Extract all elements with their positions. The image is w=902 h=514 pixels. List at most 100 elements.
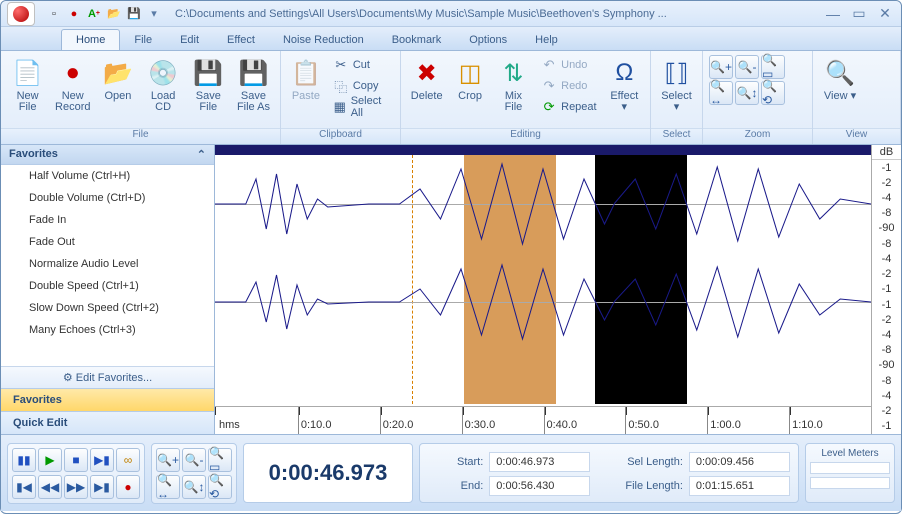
repeat-button[interactable]: ⟳Repeat: [537, 97, 600, 117]
select-all-icon: ▦: [333, 99, 347, 115]
collapse-icon[interactable]: ⌃: [197, 148, 206, 161]
tab-file[interactable]: File: [120, 30, 166, 50]
file-icon: 📄: [12, 57, 44, 89]
tab-effect[interactable]: Effect: [213, 30, 269, 50]
time-tick: 1:00.0: [707, 407, 789, 434]
fav-item[interactable]: Fade In: [1, 209, 214, 231]
copy-icon: ⿻: [333, 78, 349, 94]
title-bar: ▫ ● A+ 📂 💾 ▾ C:\Documents and Settings\A…: [1, 1, 901, 27]
save-file-button[interactable]: 💾Save File: [188, 55, 229, 115]
zoom-in-button[interactable]: 🔍+: [709, 55, 733, 79]
save-as-icon: 💾: [237, 57, 269, 89]
qat-dropdown-icon[interactable]: ▾: [145, 5, 163, 23]
select-all-button[interactable]: ▦Select All: [329, 97, 394, 117]
select-button[interactable]: ⟦⟧Select ▾: [657, 55, 696, 115]
zoom-vin-button[interactable]: 🔍↕: [735, 81, 759, 105]
new-record-button[interactable]: ●New Record: [52, 55, 93, 115]
goto-end-button[interactable]: ▶▮: [90, 475, 114, 499]
pause-button[interactable]: ▮▮: [12, 448, 36, 472]
play-button[interactable]: ▶: [38, 448, 62, 472]
edit-favorites-button[interactable]: ⚙ Edit Favorites...: [1, 366, 214, 388]
fav-item[interactable]: Double Volume (Ctrl+D): [1, 187, 214, 209]
zoom-sel-h-button[interactable]: 🔍▭: [208, 448, 232, 472]
zoom-out-h-button[interactable]: 🔍-: [182, 448, 206, 472]
start-value[interactable]: 0:00:46.973: [489, 452, 590, 472]
stop-button[interactable]: ■: [64, 448, 88, 472]
qat-font-icon[interactable]: A+: [85, 5, 103, 23]
qat-save-icon[interactable]: 💾: [125, 5, 143, 23]
zoom-reset-button[interactable]: 🔍⟲: [761, 81, 785, 105]
paste-icon: 📋: [290, 57, 322, 89]
group-zoom: 🔍+ 🔍- 🔍▭ 🔍↔ 🔍↕ 🔍⟲ Zoom: [703, 51, 813, 144]
select-icon: ⟦⟧: [661, 57, 693, 89]
zoom-full-button[interactable]: 🔍↔: [709, 81, 733, 105]
tab-home[interactable]: Home: [61, 29, 120, 50]
effect-button[interactable]: ΩEffect ▾: [605, 55, 644, 115]
redo-button[interactable]: ↷Redo: [537, 76, 600, 96]
group-view-label: View: [813, 128, 900, 144]
group-view: 🔍View ▾ View: [813, 51, 901, 144]
load-cd-button[interactable]: 💿Load CD: [143, 55, 184, 115]
rewind-button[interactable]: ◀◀: [38, 475, 62, 499]
minimize-button[interactable]: —: [823, 6, 843, 22]
qat-open-icon[interactable]: 📂: [105, 5, 123, 23]
record-button[interactable]: ●: [116, 475, 140, 499]
qat-new-file-icon[interactable]: ▫: [45, 5, 63, 23]
zoom-sel-button[interactable]: 🔍▭: [761, 55, 785, 79]
open-button[interactable]: 📂Open: [97, 55, 138, 104]
main-area: Favorites ⌃ Half Volume (Ctrl+H) Double …: [1, 145, 901, 435]
time-tick: 1:10.0: [789, 407, 871, 434]
zoom-in-h-button[interactable]: 🔍+: [156, 448, 180, 472]
time-ruler[interactable]: hms 0:10.0 0:20.0 0:30.0 0:40.0 0:50.0 1…: [215, 406, 871, 434]
tab-edit[interactable]: Edit: [166, 30, 213, 50]
tab-noise-reduction[interactable]: Noise Reduction: [269, 30, 378, 50]
copy-button[interactable]: ⿻Copy: [329, 76, 394, 96]
time-counter: 0:00:46.973: [243, 443, 413, 503]
maximize-button[interactable]: ▭: [849, 6, 869, 22]
tab-bookmark[interactable]: Bookmark: [378, 30, 456, 50]
repeat-icon: ⟳: [541, 99, 557, 115]
zoom-fit-button[interactable]: 🔍↔: [156, 475, 180, 499]
favorites-list: Half Volume (Ctrl+H) Double Volume (Ctrl…: [1, 165, 214, 366]
cd-icon: 💿: [147, 57, 179, 89]
close-button[interactable]: ✕: [875, 6, 895, 22]
loop-button[interactable]: ∞: [116, 448, 140, 472]
group-editing: ✖Delete ◫Crop ⇅Mix File ↶Undo ↷Redo ⟳Rep…: [401, 51, 651, 144]
tab-options[interactable]: Options: [455, 30, 521, 50]
zoom-out-v-button[interactable]: 🔍⟲: [208, 475, 232, 499]
time-tick: 0:20.0: [380, 407, 462, 434]
panel-tab-favorites[interactable]: Favorites: [1, 388, 214, 411]
fav-item[interactable]: Many Echoes (Ctrl+3): [1, 319, 214, 341]
sel-length-value[interactable]: 0:00:09.456: [689, 452, 790, 472]
crop-icon: ◫: [454, 57, 486, 89]
tab-help[interactable]: Help: [521, 30, 572, 50]
undo-button[interactable]: ↶Undo: [537, 55, 600, 75]
cut-button[interactable]: ✂Cut: [329, 55, 394, 75]
cut-icon: ✂: [333, 57, 349, 73]
end-value[interactable]: 0:00:56.430: [489, 476, 590, 496]
waveform-canvas[interactable]: hms 0:10.0 0:20.0 0:30.0 0:40.0 0:50.0 1…: [215, 145, 871, 434]
file-length-label: File Length:: [596, 480, 682, 492]
save-as-button[interactable]: 💾Save File As: [233, 55, 274, 115]
fav-item[interactable]: Slow Down Speed (Ctrl+2): [1, 297, 214, 319]
overview-ruler[interactable]: [215, 145, 871, 155]
fav-item[interactable]: Half Volume (Ctrl+H): [1, 165, 214, 187]
mix-file-button[interactable]: ⇅Mix File: [494, 55, 533, 115]
goto-start-button[interactable]: ▮◀: [12, 475, 36, 499]
panel-tab-quickedit[interactable]: Quick Edit: [1, 411, 214, 434]
new-file-button[interactable]: 📄New File: [7, 55, 48, 115]
play-to-end-button[interactable]: ▶▮: [90, 448, 114, 472]
app-menu-button[interactable]: [7, 2, 35, 26]
crop-button[interactable]: ◫Crop: [450, 55, 489, 104]
zoom-out-button[interactable]: 🔍-: [735, 55, 759, 79]
fav-item[interactable]: Fade Out: [1, 231, 214, 253]
zoom-in-v-button[interactable]: 🔍↕: [182, 475, 206, 499]
fav-item[interactable]: Normalize Audio Level: [1, 253, 214, 275]
qat-record-icon[interactable]: ●: [65, 5, 83, 23]
view-button[interactable]: 🔍View ▾: [819, 55, 861, 104]
side-panel: Favorites ⌃ Half Volume (Ctrl+H) Double …: [1, 145, 215, 434]
paste-button[interactable]: 📋Paste: [287, 55, 325, 104]
forward-button[interactable]: ▶▶: [64, 475, 88, 499]
delete-button[interactable]: ✖Delete: [407, 55, 446, 104]
fav-item[interactable]: Double Speed (Ctrl+1): [1, 275, 214, 297]
